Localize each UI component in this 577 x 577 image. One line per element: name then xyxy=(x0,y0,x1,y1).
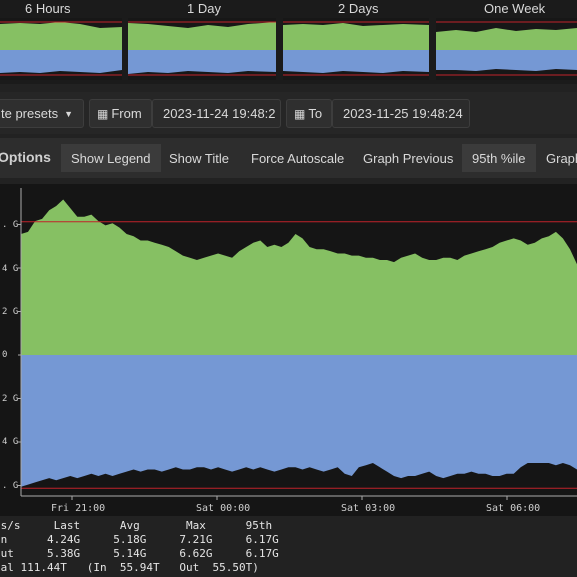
thumb-graph-1w[interactable] xyxy=(436,18,577,80)
to-date-input[interactable]: 2023-11-25 19:48:24 xyxy=(332,99,470,128)
thumb-graph-2d[interactable] xyxy=(283,18,429,80)
graph-button[interactable]: Graph xyxy=(536,144,577,172)
thumb-label-2d: 2 Days xyxy=(338,1,379,16)
legend-row-total: tal 111.44T (In 55.94T Out 55.50T) xyxy=(0,561,259,574)
x-tick-label: Fri 21:00 xyxy=(51,503,106,514)
y-tick-label: 2 G xyxy=(2,394,19,404)
to-date-value: 2023-11-25 19:48:24 xyxy=(343,106,463,121)
percentile-95-button[interactable]: 95th %ile xyxy=(462,144,536,172)
graph-previous-button[interactable]: Graph Previous xyxy=(353,144,463,172)
caret-down-icon: ▼ xyxy=(64,108,74,119)
thumb-label-1d: 1 Day xyxy=(187,1,221,16)
force-autoscale-button[interactable]: Force Autoscale xyxy=(241,144,354,172)
y-tick-label: 4 G xyxy=(2,264,19,274)
graph-previous-label: Graph Previous xyxy=(363,150,454,166)
traffic-graph[interactable] xyxy=(0,184,577,520)
show-legend-button[interactable]: Show Legend xyxy=(61,144,161,172)
timespan-thumbnails: 6 Hours 1 Day 2 Days One Week xyxy=(0,0,577,84)
graph-options-bar: Options Show Legend Show Title Force Aut… xyxy=(0,138,577,178)
from-button[interactable]: ▦ From xyxy=(89,99,152,128)
y-tick-label: . G xyxy=(2,481,19,491)
thumb-graph-1d[interactable] xyxy=(128,18,276,80)
date-range-bar: te presets ▼ ▦ From 2023-11-24 19:48:2 ▦… xyxy=(0,92,577,134)
x-tick-label: Sat 00:00 xyxy=(196,503,251,514)
calendar-icon: ▦ xyxy=(97,106,109,121)
from-label: From xyxy=(111,106,142,121)
y-tick-label: 2 G xyxy=(2,307,19,317)
graph-label: Graph xyxy=(546,150,577,166)
legend-header: ts/s Last Avg Max 95th xyxy=(0,519,273,532)
thumb-label-1w: One Week xyxy=(484,1,546,16)
graph-legend: ts/s Last Avg Max 95th In 4.24G 5.18G 7.… xyxy=(0,516,577,577)
from-date-value: 2023-11-24 19:48:2 xyxy=(163,106,276,121)
y-tick-label: 4 G xyxy=(2,437,19,447)
options-title: Options xyxy=(0,149,51,165)
show-legend-label: Show Legend xyxy=(71,150,151,166)
calendar-icon: ▦ xyxy=(294,106,306,121)
y-tick-label: . G xyxy=(2,220,19,230)
date-presets-dropdown[interactable]: te presets ▼ xyxy=(0,99,84,128)
to-label: To xyxy=(308,106,323,121)
y-tick-label: 0 xyxy=(2,350,8,360)
force-autoscale-label: Force Autoscale xyxy=(251,150,345,166)
thumb-label-6h: 6 Hours xyxy=(25,1,71,16)
date-presets-label: te presets xyxy=(1,106,59,121)
traffic-plot xyxy=(18,188,577,503)
x-tick-label: Sat 03:00 xyxy=(341,503,396,514)
show-title-button[interactable]: Show Title xyxy=(159,144,239,172)
series-out-area xyxy=(21,355,577,487)
legend-row-out: Out 5.38G 5.14G 6.62G 6.17G xyxy=(0,547,279,560)
thumb-graph-6h[interactable] xyxy=(0,18,122,80)
legend-row-in: In 4.24G 5.18G 7.21G 6.17G xyxy=(0,533,279,546)
show-title-label: Show Title xyxy=(169,150,229,166)
x-tick-label: Sat 06:00 xyxy=(486,503,541,514)
from-date-input[interactable]: 2023-11-24 19:48:2 xyxy=(152,99,281,128)
percentile-95-label: 95th %ile xyxy=(472,150,526,166)
to-button[interactable]: ▦ To xyxy=(286,99,332,128)
